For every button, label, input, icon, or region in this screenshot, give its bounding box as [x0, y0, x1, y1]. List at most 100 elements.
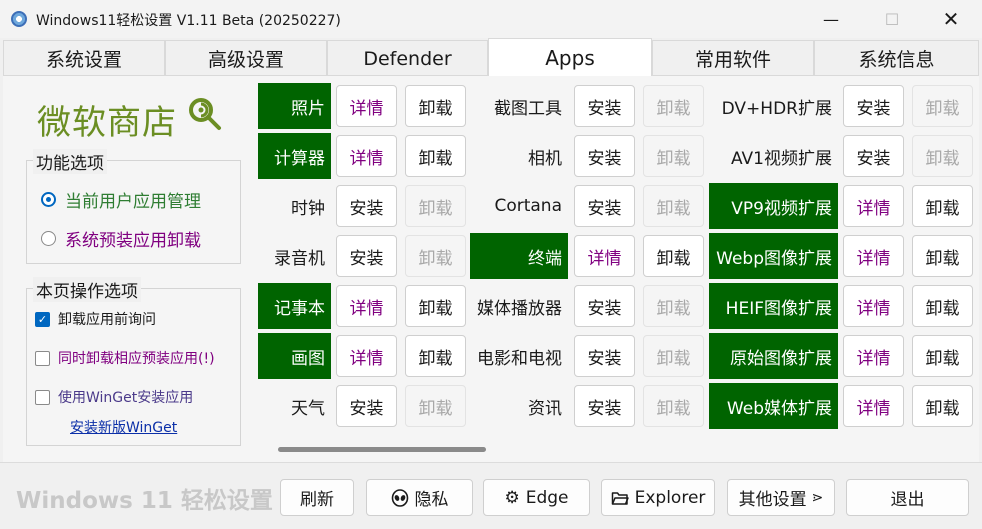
edge-button[interactable]: ⚙ Edge — [483, 479, 590, 516]
app-install-button[interactable]: 安装 — [574, 285, 635, 327]
app-uninstall-button: 卸载 — [912, 85, 973, 127]
privacy-button[interactable]: 隐私 — [366, 479, 473, 516]
checkbox-ask-before-uninstall[interactable]: ✓ 卸载应用前询问 — [35, 309, 156, 329]
lollipop-icon — [189, 98, 221, 130]
exit-label: 退出 — [890, 490, 925, 510]
app-uninstall-button[interactable]: 卸载 — [912, 185, 973, 227]
app-label-clock: 时钟 — [291, 198, 325, 219]
app-uninstall-button[interactable]: 卸载 — [912, 285, 973, 327]
store-title: 微软商店 — [37, 103, 177, 143]
app-install-button[interactable]: 安装 — [336, 235, 397, 277]
close-button[interactable]: ✕ — [928, 0, 974, 38]
app-install-button[interactable]: 安装 — [574, 185, 635, 227]
exit-button[interactable]: 退出 — [846, 479, 969, 516]
app-label-weather: 天气 — [291, 398, 325, 419]
radio-current-user-apps[interactable]: 当前用户应用管理 — [41, 187, 201, 212]
app-uninstall-button: 卸载 — [912, 135, 973, 177]
app-detail-button[interactable]: 详情 — [336, 335, 397, 377]
other-settings-button[interactable]: 其他设置 ⋗ — [727, 479, 835, 516]
checkbox-use-winget[interactable]: 使用WinGet安装应用 — [35, 387, 193, 407]
app-uninstall-button[interactable]: 卸载 — [405, 335, 466, 377]
app-install-button[interactable]: 安装 — [574, 385, 635, 427]
radio-preinstalled-label: 系统预装应用卸载 — [65, 231, 201, 251]
app-detail-button[interactable]: 详情 — [843, 285, 904, 327]
app-label-camera: 相机 — [528, 148, 562, 169]
app-label-raw-image-extension: 原始图像扩展 — [709, 333, 838, 379]
refresh-button[interactable]: 刷新 — [280, 479, 354, 516]
app-uninstall-button[interactable]: 卸载 — [405, 285, 466, 327]
page-options-group-title: 本页操作选项 — [33, 277, 141, 302]
tab-defender[interactable]: Defender — [327, 40, 488, 76]
app-detail-button[interactable]: 详情 — [843, 385, 904, 427]
app-detail-button[interactable]: 详情 — [574, 235, 635, 277]
checkbox-checked[interactable]: ✓ — [35, 311, 50, 327]
app-install-button[interactable]: 安装 — [336, 385, 397, 427]
app-uninstall-button: 卸载 — [643, 85, 704, 127]
scrollbar-thumb[interactable] — [278, 447, 486, 452]
app-detail-button[interactable]: 详情 — [843, 185, 904, 227]
privacy-label: 隐私 — [414, 490, 449, 510]
tab-apps[interactable]: Apps — [488, 38, 652, 76]
app-uninstall-button: 卸载 — [405, 385, 466, 427]
app-uninstall-button: 卸载 — [643, 185, 704, 227]
app-install-button[interactable]: 安装 — [574, 335, 635, 377]
app-label-media-player: 媒体播放器 — [477, 298, 562, 319]
tab-system-info[interactable]: 系统信息 — [814, 40, 979, 76]
app-uninstall-button[interactable]: 卸载 — [405, 135, 466, 177]
tab-advanced-settings[interactable]: 高级设置 — [165, 40, 327, 76]
app-label-movies-tv: 电影和电视 — [477, 348, 562, 369]
app-uninstall-button: 卸载 — [405, 235, 466, 277]
refresh-label: 刷新 — [300, 490, 334, 510]
app-uninstall-button[interactable]: 卸载 — [643, 235, 704, 277]
app-label-sound-recorder: 录音机 — [274, 248, 325, 269]
radio-current-user-label: 当前用户应用管理 — [65, 192, 201, 212]
app-uninstall-button: 卸载 — [643, 385, 704, 427]
app-install-button[interactable]: 安装 — [843, 135, 904, 177]
checkbox-unchecked[interactable] — [35, 350, 50, 366]
app-label-vp9-extension: VP9视频扩展 — [709, 183, 838, 229]
app-detail-button[interactable]: 详情 — [843, 235, 904, 277]
app-label-web-media-extension: Web媒体扩展 — [709, 383, 838, 429]
explorer-button[interactable]: Explorer — [601, 479, 715, 516]
radio-button-selected[interactable] — [41, 192, 56, 207]
tab-system-settings[interactable]: 系统设置 — [3, 40, 165, 76]
ask-before-uninstall-label: 卸载应用前询问 — [58, 312, 156, 328]
app-install-button[interactable]: 安装 — [336, 185, 397, 227]
app-install-button[interactable]: 安装 — [843, 85, 904, 127]
app-label-av1-extension: AV1视频扩展 — [731, 148, 832, 169]
app-uninstall-button: 卸载 — [643, 135, 704, 177]
radio-button-unselected[interactable] — [41, 231, 56, 246]
window-title: Windows11轻松设置 V1.11 Beta (20250227) — [36, 13, 341, 29]
maximize-button[interactable]: ☐ — [869, 0, 915, 38]
app-uninstall-button[interactable]: 卸载 — [405, 85, 466, 127]
uninstall-preinstalled-label: 同时卸载相应预装应用(!) — [58, 351, 215, 367]
edge-label: Edge — [525, 487, 569, 508]
app-install-button[interactable]: 安装 — [574, 85, 635, 127]
app-label-webp-extension: Webp图像扩展 — [709, 233, 838, 279]
app-detail-button[interactable]: 详情 — [336, 85, 397, 127]
app-uninstall-button[interactable]: 卸载 — [912, 235, 973, 277]
checkbox-unchecked[interactable] — [35, 389, 50, 405]
app-detail-button[interactable]: 详情 — [843, 335, 904, 377]
app-label-snipping-tool: 截图工具 — [494, 98, 562, 119]
tab-common-software[interactable]: 常用软件 — [652, 40, 814, 76]
app-detail-button[interactable]: 详情 — [336, 285, 397, 327]
app-uninstall-button: 卸载 — [643, 335, 704, 377]
app-uninstall-button[interactable]: 卸载 — [912, 335, 973, 377]
chevron-right-icon: ⋗ — [811, 489, 824, 506]
app-label-paint: 画图 — [258, 333, 331, 379]
install-winget-link[interactable]: 安装新版WinGet — [70, 417, 177, 437]
gear-icon: ⚙ — [504, 487, 520, 508]
minimize-button[interactable]: — — [808, 0, 854, 38]
app-uninstall-button: 卸载 — [643, 285, 704, 327]
app-label-heif-extension: HEIF图像扩展 — [709, 283, 838, 329]
radio-preinstalled-apps[interactable]: 系统预装应用卸载 — [41, 226, 201, 251]
app-detail-button[interactable]: 详情 — [336, 135, 397, 177]
app-label-notepad: 记事本 — [258, 283, 331, 329]
checkbox-uninstall-preinstalled[interactable]: 同时卸载相应预装应用(!) — [35, 348, 215, 368]
title-bar: Windows11轻松设置 V1.11 Beta (20250227) — ☐ … — [0, 0, 982, 38]
app-install-button[interactable]: 安装 — [574, 135, 635, 177]
app-uninstall-button[interactable]: 卸载 — [912, 385, 973, 427]
use-winget-label: 使用WinGet安装应用 — [58, 390, 194, 406]
alien-icon — [391, 488, 409, 507]
